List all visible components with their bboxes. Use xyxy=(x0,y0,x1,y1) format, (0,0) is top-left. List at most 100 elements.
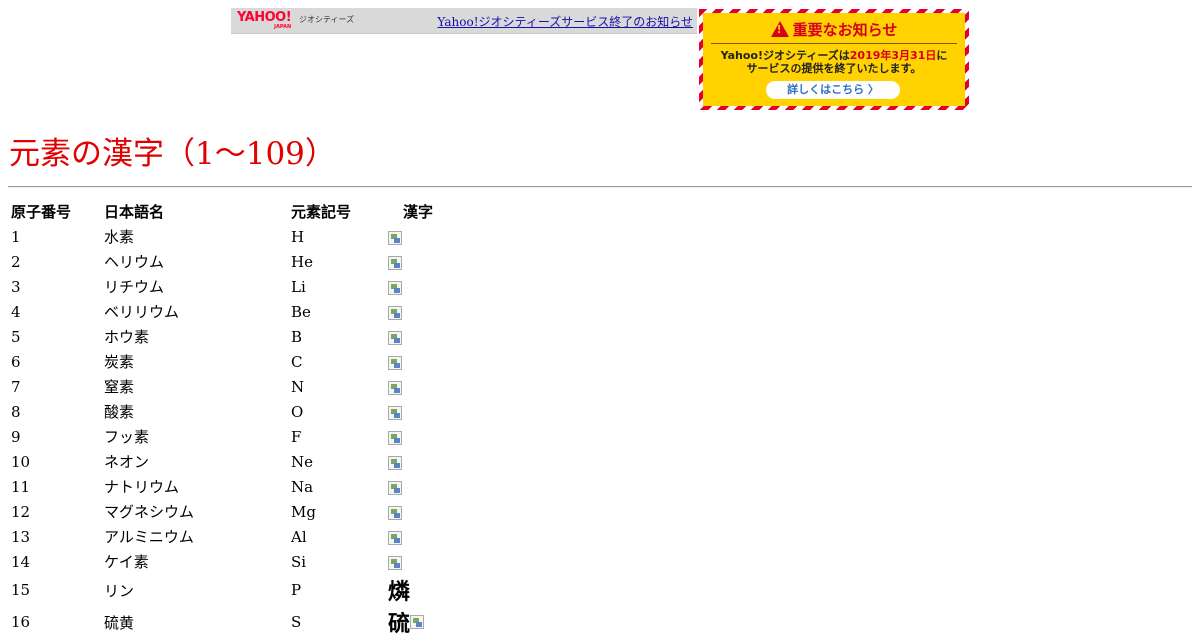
header-japanese-name: 日本語名 xyxy=(104,202,165,221)
element-symbol-cell: F xyxy=(291,427,302,446)
table-row: 4 ベリリウム Be xyxy=(8,299,451,324)
atomic-number-cell: 16 xyxy=(11,613,31,631)
atomic-number-cell: 3 xyxy=(11,277,21,296)
atomic-number-cell: 12 xyxy=(11,502,31,521)
element-symbol-cell: P xyxy=(291,581,302,599)
element-symbol-cell: Na xyxy=(291,477,314,496)
kanji-cell xyxy=(385,374,451,399)
table-row: 2 ヘリウム He xyxy=(8,249,451,274)
table-row: 10 ネオン Ne xyxy=(8,449,451,474)
atomic-number-cell: 11 xyxy=(11,477,31,496)
kanji-cell xyxy=(385,449,451,474)
element-symbol-cell: O xyxy=(291,402,304,421)
yahoo-japan-logo[interactable]: YAHOO! JAPAN xyxy=(237,11,292,30)
table-row: 14 ケイ素 Si xyxy=(8,549,451,574)
kanji-cell xyxy=(385,524,451,549)
japanese-name-cell: マグネシウム xyxy=(104,503,195,521)
element-symbol-cell: Ne xyxy=(291,452,314,471)
notice-body-date: 2019年3月31日 xyxy=(849,49,937,62)
notice-body-prefix: Yahoo!ジオシティーズは xyxy=(720,49,850,62)
japanese-name-cell: ベリリウム xyxy=(104,303,180,321)
japanese-name-cell: リチウム xyxy=(104,278,165,296)
page-title: 元素の漢字（1～109） xyxy=(9,136,336,172)
kanji-glyph: 硫 xyxy=(388,612,411,637)
table-row: 7 窒素 N xyxy=(8,374,451,399)
table-row: 3 リチウム Li xyxy=(8,274,451,299)
japanese-name-cell: リン xyxy=(104,581,135,600)
kanji-cell xyxy=(385,424,451,449)
broken-image-icon xyxy=(388,280,402,295)
notice-title-text: 重要なお知らせ xyxy=(792,21,898,39)
element-symbol-cell: Li xyxy=(291,277,306,296)
atomic-number-cell: 9 xyxy=(11,427,21,446)
broken-image-icon xyxy=(388,455,402,470)
kanji-cell xyxy=(385,399,451,424)
table-row: 8 酸素 O xyxy=(8,399,451,424)
kanji-cell: 硫 xyxy=(385,606,451,638)
element-symbol-cell: Be xyxy=(291,302,311,321)
broken-image-icon xyxy=(388,555,402,570)
broken-image-icon xyxy=(388,330,402,345)
broken-image-icon xyxy=(388,355,402,370)
atomic-number-cell: 14 xyxy=(11,552,31,571)
kanji-cell xyxy=(385,474,451,499)
japanese-name-cell: 硫黄 xyxy=(104,613,135,632)
broken-image-icon xyxy=(388,480,402,495)
broken-image-icon xyxy=(388,305,402,320)
table-row: 5 ホウ素 B xyxy=(8,324,451,349)
kanji-cell xyxy=(385,274,451,299)
elements-kanji-table: 原子番号 日本語名 元素記号 漢字 1 水素 H 2 ヘリウム He 3 リチウム Li 4 ベリリ… xyxy=(8,198,451,638)
japanese-name-cell: 炭素 xyxy=(104,353,135,371)
notice-title: 重要なお知らせ xyxy=(703,19,965,40)
japanese-name-cell: ナトリウム xyxy=(104,478,180,496)
service-end-notice-link[interactable]: Yahoo!ジオシティーズサービス終了のお知らせ xyxy=(437,13,693,30)
atomic-number-cell: 5 xyxy=(11,327,21,346)
notice-body-line2: サービスの提供を終了いたします。 xyxy=(746,62,922,75)
table-row: 13 アルミニウム Al xyxy=(8,524,451,549)
table-row: 12 マグネシウム Mg xyxy=(8,499,451,524)
kanji-cell xyxy=(385,299,451,324)
details-button[interactable]: 詳しくはこちら 〉 xyxy=(766,81,900,99)
notice-divider xyxy=(711,43,957,44)
important-notice-ad[interactable]: 重要なお知らせ Yahoo!ジオシティーズは2019年3月31日に サービスの提… xyxy=(699,9,969,110)
japanese-name-cell: ホウ素 xyxy=(104,328,150,346)
kanji-cell xyxy=(385,224,451,249)
table-header-row: 原子番号 日本語名 元素記号 漢字 xyxy=(8,198,451,224)
kanji-cell: 燐 xyxy=(385,574,451,606)
header-element-symbol: 元素記号 xyxy=(291,202,352,221)
japanese-name-cell: 水素 xyxy=(104,228,135,246)
element-symbol-cell: Mg xyxy=(291,502,316,521)
atomic-number-cell: 2 xyxy=(11,252,21,271)
kanji-cell xyxy=(385,249,451,274)
element-symbol-cell: He xyxy=(291,252,313,271)
kanji-cell xyxy=(385,349,451,374)
kanji-glyph: 燐 xyxy=(388,580,411,605)
warning-icon xyxy=(770,21,789,37)
broken-image-icon xyxy=(388,380,402,395)
japanese-name-cell: アルミニウム xyxy=(104,528,194,546)
atomic-number-cell: 7 xyxy=(11,377,21,396)
kanji-cell xyxy=(385,499,451,524)
table-row: 11 ナトリウム Na xyxy=(8,474,451,499)
kanji-cell xyxy=(385,324,451,349)
atomic-number-cell: 4 xyxy=(11,302,21,321)
atomic-number-cell: 8 xyxy=(11,402,21,421)
broken-image-icon xyxy=(388,255,402,270)
table-row: 1 水素 H xyxy=(8,224,451,249)
table-row: 15 リン P 燐 xyxy=(8,574,451,606)
table-body: 1 水素 H 2 ヘリウム He 3 リチウム Li 4 ベリリウム Be 5 ホウ素 B 6 炭素 C 7 窒素 N 8… xyxy=(8,224,451,638)
element-symbol-cell: C xyxy=(291,352,303,371)
broken-image-icon xyxy=(388,230,402,245)
header-atomic-number: 原子番号 xyxy=(11,202,72,221)
element-symbol-cell: Al xyxy=(291,527,307,546)
japanese-name-cell: 窒素 xyxy=(104,378,135,396)
japanese-name-cell: ケイ素 xyxy=(104,553,149,571)
geocities-service-label: ジオシティーズ xyxy=(299,15,355,24)
element-symbol-cell: Si xyxy=(291,552,307,571)
broken-image-icon xyxy=(388,405,402,420)
kanji-cell xyxy=(385,549,451,574)
table-row: 6 炭素 C xyxy=(8,349,451,374)
table-row: 9 フッ素 F xyxy=(8,424,451,449)
notice-inner-panel: 重要なお知らせ Yahoo!ジオシティーズは2019年3月31日に サービスの提… xyxy=(703,13,965,106)
atomic-number-cell: 10 xyxy=(11,452,31,471)
